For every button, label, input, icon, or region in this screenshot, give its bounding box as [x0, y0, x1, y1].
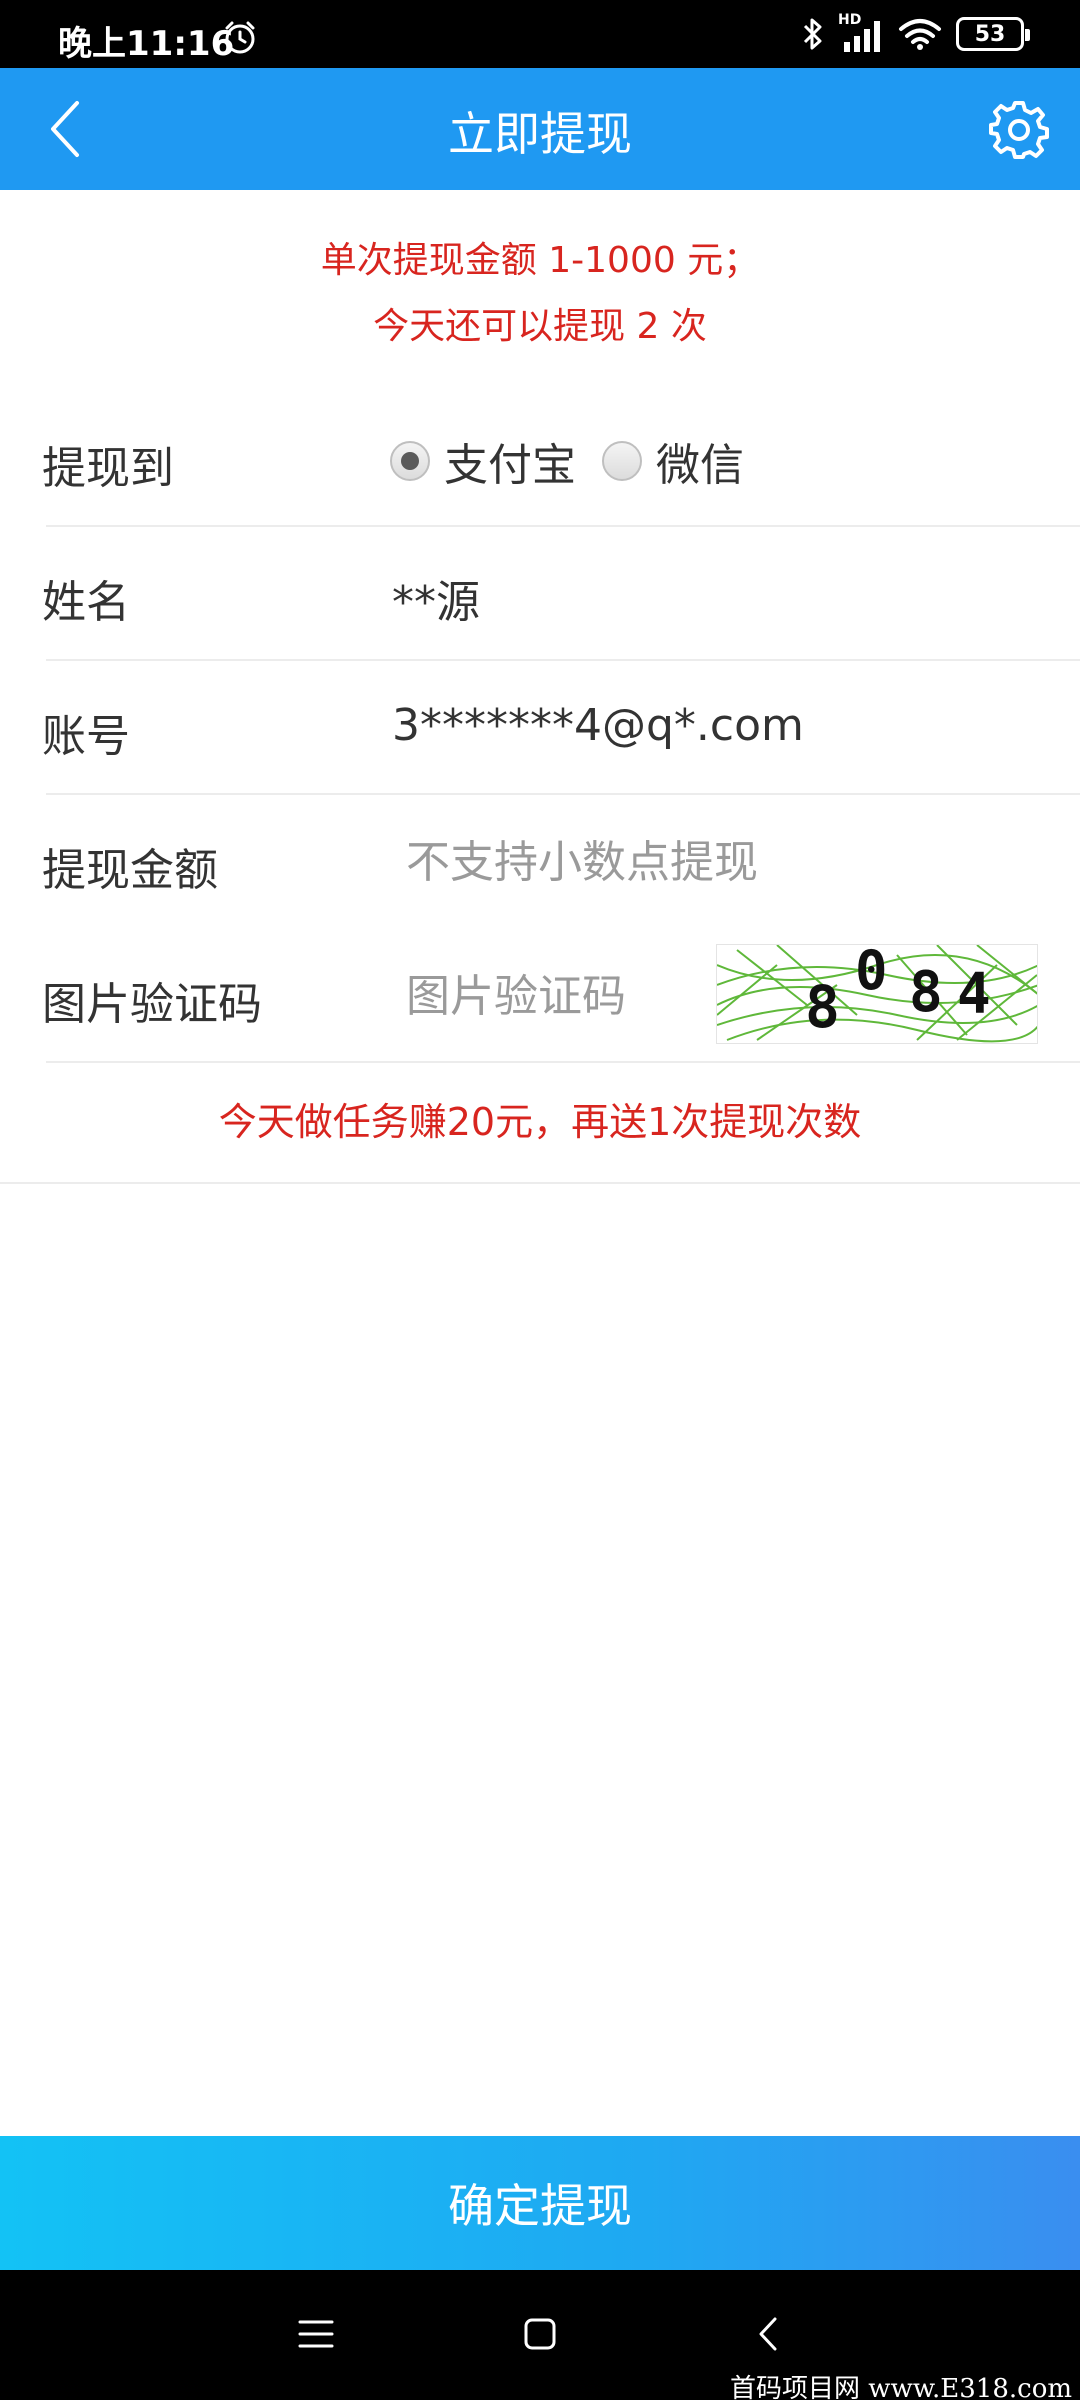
alarm-clock-icon [225, 21, 255, 54]
wifi-icon [899, 19, 941, 50]
captcha-image[interactable]: 8 0 8 4 [716, 944, 1038, 1044]
withdraw-method-row: 提现到 支付宝 微信 [0, 394, 1080, 527]
nav-bar: 立即提现 [0, 68, 1080, 190]
radio-circle-unselected [602, 441, 642, 481]
radio-alipay[interactable]: 支付宝 [390, 429, 576, 493]
notice-line-times: 今天还可以提现 2 次 [373, 306, 707, 347]
name-row: 姓名 **源 [0, 528, 1080, 661]
captcha-digit: 0 [855, 945, 888, 1002]
watermark: 首码项目网 www.E318.com [730, 2374, 1072, 2400]
account-value: 3*******4@q*.com [392, 700, 804, 751]
captcha-digit: 8 [805, 973, 840, 1041]
status-icons: HD 53 [802, 12, 1030, 54]
captcha-label: 图片验证码 [42, 979, 262, 1030]
menu-button[interactable] [286, 2304, 346, 2364]
bluetooth-icon [803, 18, 822, 50]
name-label: 姓名 [42, 577, 130, 628]
status-bar: 晚上11:16 HD 53 [0, 0, 1080, 68]
withdraw-limit-notice: 单次提现金额 1-1000 元； 今天还可以提现 2 次 [0, 228, 1080, 360]
captcha-digit: 4 [957, 962, 991, 1027]
amount-row: 提现金额 [0, 796, 1080, 929]
radio-wechat[interactable]: 微信 [602, 429, 744, 493]
home-button[interactable] [510, 2304, 570, 2364]
chevron-left-icon [759, 2317, 777, 2351]
radio-circle-selected [390, 441, 430, 481]
name-value: **源 [392, 577, 480, 628]
home-square-icon [524, 2318, 556, 2350]
confirm-withdraw-button[interactable]: 确定提现 [0, 2136, 1080, 2270]
battery-icon: 53 [956, 17, 1030, 51]
captcha-input[interactable] [392, 956, 692, 1036]
battery-level: 53 [974, 21, 1006, 47]
captcha-digit: 8 [909, 960, 943, 1025]
radio-alipay-label: 支付宝 [444, 440, 576, 491]
notice-line-amount: 单次提现金额 1-1000 元； [320, 240, 760, 281]
amount-label: 提现金额 [42, 845, 218, 896]
account-row: 账号 3*******4@q*.com [0, 662, 1080, 795]
withdraw-method-radio-group: 支付宝 微信 [390, 426, 770, 496]
settings-button[interactable] [988, 98, 1050, 160]
amount-input[interactable] [392, 822, 812, 902]
withdraw-method-label: 提现到 [42, 443, 174, 494]
task-promo-text[interactable]: 今天做任务赚20元，再送1次提现次数 [0, 1060, 1080, 1184]
gear-icon [989, 101, 1049, 159]
menu-icon [298, 2320, 334, 2348]
page-title: 立即提现 [448, 107, 632, 161]
account-label: 账号 [42, 711, 130, 762]
system-back-button[interactable] [738, 2304, 798, 2364]
status-time: 晚上11:16 [58, 24, 235, 64]
captcha-noise: 8 0 8 4 [717, 945, 1037, 1043]
radio-wechat-label: 微信 [656, 440, 744, 491]
cellular-signal-icon: HD [838, 12, 884, 52]
